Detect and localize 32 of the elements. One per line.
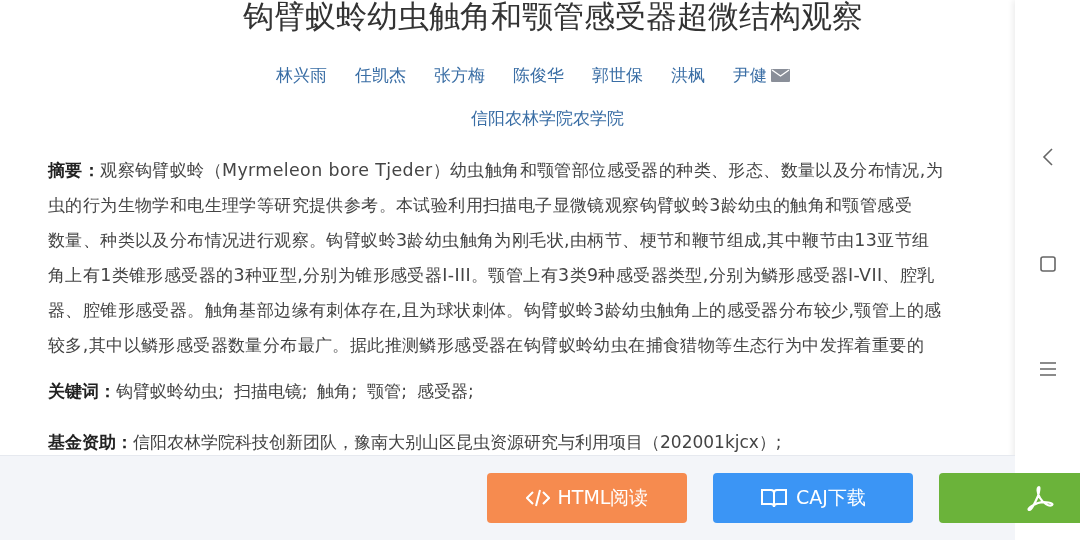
author-link[interactable]: 林兴雨 — [275, 64, 327, 87]
author-link[interactable]: 郭世保 — [591, 64, 643, 87]
keywords-label: 关键词： — [48, 380, 116, 403]
abstract-text: 较多,其中以鳞形感受器数量分布最广。据此推测鳞形感受器在钩臂蚁蛉幼虫在捕食猎物等生态行为中发挥着重要的 — [48, 334, 924, 357]
author-link[interactable]: 尹健 — [732, 64, 767, 87]
menu-icon[interactable] — [1039, 362, 1056, 376]
caj-download-button[interactable]: CAJ下载 — [713, 473, 913, 523]
author-link[interactable]: 陈俊华 — [512, 64, 564, 87]
keyword-link[interactable]: 感受器; — [416, 380, 474, 403]
affiliation-link[interactable]: 信阳农林学院农学院 — [471, 107, 624, 130]
author-link[interactable]: 任凯杰 — [354, 64, 406, 87]
funding-label: 基金资助： — [48, 431, 133, 454]
funding-text: 信阳农林学院科技创新团队，豫南大别山区昆虫资源研究与利用项目（202001kjcx）; — [133, 431, 782, 454]
author-link[interactable]: 张方梅 — [433, 64, 485, 87]
code-icon — [525, 488, 550, 508]
keyword-link[interactable]: 触角; — [317, 380, 358, 403]
abstract-text: 观察钩臂蚁蛉（Myrmeleon bore Tjeder）幼虫触角和颚管部位感受器的种类、形态、数量以及分布情况,为 — [100, 159, 944, 182]
keyword-link[interactable]: 颚管; — [367, 380, 407, 403]
article-title: 钩臂蚁蛉幼虫触角和颚管感受器超微结构观察 — [242, 0, 863, 36]
abstract-text: 虫的行为生物学和电生理学等研究提供参考。本试验利用扫描电子显微镜观察钩臂蚁蛉3龄幼虫的触角和颚管感受 — [48, 194, 913, 217]
square-icon[interactable] — [1039, 256, 1056, 272]
keyword-link[interactable]: 扫描电镜; — [233, 380, 308, 403]
abstract-text: 角上有1类锥形感受器的3种亚型,分别为锥形感受器I-III。颚管上有3类9种感受器类型,分别为鳞形感受器I-VII、腔乳 — [48, 264, 935, 287]
abstract-label: 摘要： — [48, 159, 101, 182]
mail-icon — [770, 69, 790, 82]
abstract-text: 数量、种类以及分布情况进行观察。钩臂蚁蛉3龄幼虫触角为刚毛状,由柄节、梗节和鞭节组成,其中鞭节由13亚节组 — [48, 229, 930, 252]
keyword-link[interactable]: 钩臂蚁蛉幼虫; — [116, 380, 224, 403]
book-icon — [760, 487, 789, 509]
back-icon[interactable] — [1041, 148, 1054, 166]
abstract-text: 器、腔锥形感受器。触角基部边缘有刺体存在,且为球状刺体。钩臂蚁蛉3龄幼虫触角上的感受器分布较少,颚管上的感 — [48, 299, 942, 322]
pdf-icon — [1024, 485, 1054, 511]
author-link[interactable]: 洪枫 — [670, 64, 705, 87]
